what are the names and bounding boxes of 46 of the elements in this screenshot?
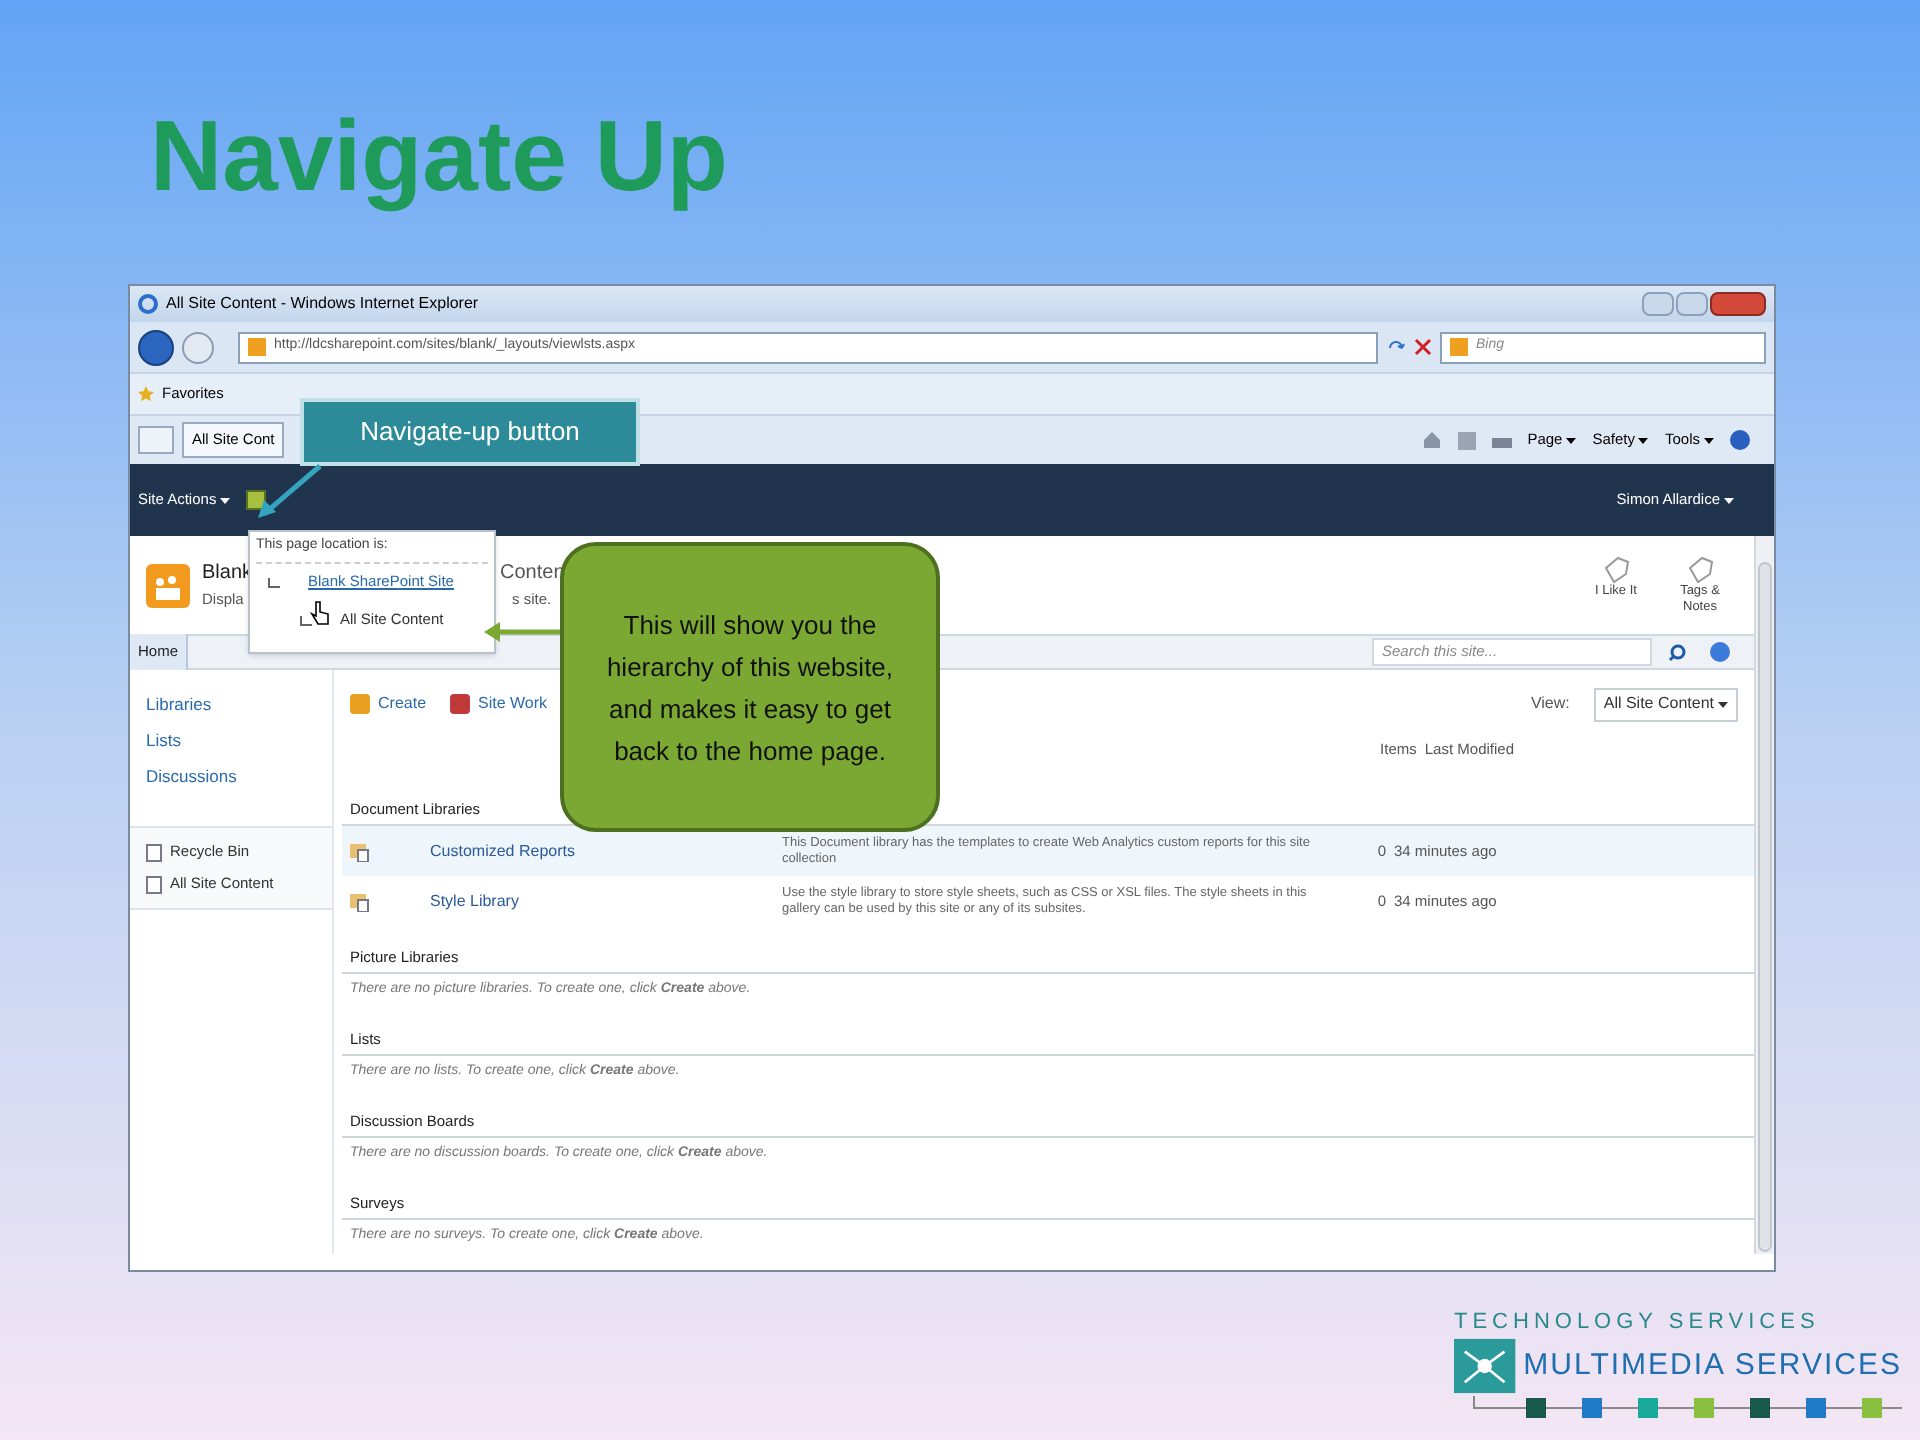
explanation-callout: This will show you the hierarchy of this website, and makes it easy to get back to the home page.	[560, 542, 940, 832]
stop-icon[interactable]	[1414, 338, 1432, 356]
caret-icon	[1724, 497, 1734, 503]
back-button[interactable]	[138, 329, 174, 365]
toolbar-icon	[350, 694, 370, 714]
slide-title: Navigate Up	[150, 98, 728, 216]
window-title: All Site Content - Windows Internet Explorer	[166, 292, 479, 316]
tree-connector-icon	[268, 577, 280, 587]
quick-tabs-button[interactable]	[138, 426, 174, 454]
browser-icon	[138, 294, 158, 314]
close-button[interactable]	[1710, 292, 1766, 316]
library-icon	[350, 841, 370, 861]
forward-button[interactable]	[182, 331, 214, 363]
maximize-button[interactable]	[1676, 292, 1708, 316]
callout-label: Navigate-up button	[300, 398, 640, 466]
quick-launch-link[interactable]: Libraries	[130, 686, 332, 722]
view-dropdown[interactable]: All Site Content	[1593, 687, 1738, 721]
library-link[interactable]: Style Library	[430, 889, 782, 913]
pointer-arrow	[484, 622, 560, 642]
caret-icon	[1566, 437, 1577, 443]
caret-icon	[1638, 437, 1649, 443]
pointer-arrow	[256, 464, 324, 520]
library-icon	[350, 891, 370, 911]
minimize-button[interactable]	[1642, 292, 1674, 316]
cursor-icon	[310, 600, 330, 626]
toolbar-button[interactable]: Site Work	[450, 692, 548, 716]
caret-icon	[1718, 701, 1728, 707]
toolbar-button[interactable]: Create	[350, 692, 427, 716]
scrollbar[interactable]	[1754, 536, 1774, 1254]
search-icon[interactable]	[1668, 643, 1686, 661]
caret-icon	[1704, 437, 1714, 443]
logo-name: MULTIMEDIA SERVICES	[1523, 1345, 1902, 1386]
library-link[interactable]: Customized Reports	[430, 839, 782, 863]
tag-icon	[1602, 555, 1630, 583]
quick-launch-link[interactable]: Lists	[130, 722, 332, 758]
logo-tagline: TECHNOLOGY SERVICES	[1454, 1308, 1822, 1336]
site-logo-icon	[146, 563, 190, 607]
view-label: View:	[1530, 692, 1570, 716]
navigate-up-button[interactable]	[246, 490, 267, 510]
quick-launch-link[interactable]: Discussions	[130, 758, 332, 794]
home-icon[interactable]	[1421, 430, 1442, 450]
tag-icon	[1686, 555, 1714, 583]
caret-icon	[220, 497, 231, 503]
star-icon	[138, 386, 154, 402]
toolbar-icon	[450, 694, 471, 714]
network-icon	[1454, 1336, 1516, 1396]
